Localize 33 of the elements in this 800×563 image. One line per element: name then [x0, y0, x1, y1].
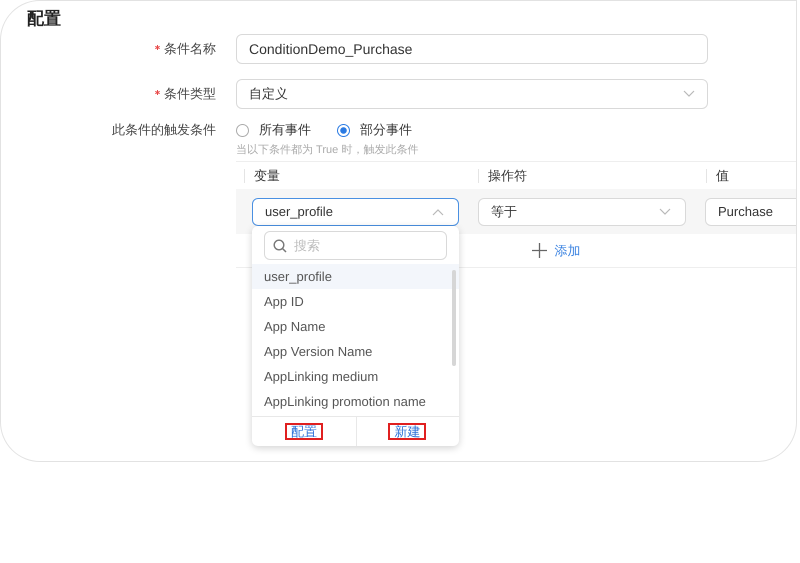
plus-icon: [532, 243, 546, 258]
field-label: 条件名称: [164, 40, 216, 58]
search-field[interactable]: 搜索: [264, 231, 447, 260]
dropdown-option[interactable]: AppLinking promotion name: [252, 389, 459, 414]
footer-button[interactable]: 新建: [388, 423, 426, 440]
add-button[interactable]: 添加: [532, 242, 580, 260]
search-icon: [273, 239, 287, 253]
chevron-down-icon: [659, 208, 671, 216]
variable-select[interactable]: user_profile: [252, 198, 459, 226]
select-field[interactable]: 自定义: [236, 79, 708, 109]
scrollbar[interactable]: [452, 270, 456, 366]
section-title: 配置: [27, 8, 62, 29]
radio-button[interactable]: [236, 124, 249, 136]
value-field[interactable]: Purchase: [705, 198, 796, 226]
text-field[interactable]: ConditionDemo_Purchase: [236, 34, 708, 64]
field-label: 此条件的触发条件: [112, 121, 216, 139]
dropdown-option[interactable]: App Version Name: [252, 339, 459, 364]
radio-button[interactable]: [337, 124, 350, 136]
chevron-up-icon: [432, 208, 444, 216]
hint-text: 当以下条件都为 True 时，触发此条件: [236, 143, 420, 157]
dropdown-option[interactable]: App Name: [252, 314, 459, 339]
column-header: 值: [706, 168, 729, 182]
column-header: 变量: [244, 168, 280, 182]
dropdown-option[interactable]: App ID: [252, 289, 459, 314]
field-label: 条件类型: [164, 85, 216, 103]
radio-option[interactable]: 部分事件: [337, 121, 412, 139]
column-header: 操作符: [478, 168, 527, 182]
chevron-down-icon: [683, 90, 695, 98]
dropdown-option[interactable]: AppLinking medium: [252, 364, 459, 389]
operator-select[interactable]: 等于: [478, 198, 686, 226]
dropdown-option[interactable]: user_profile: [252, 264, 459, 289]
radio-option[interactable]: 所有事件: [236, 121, 311, 139]
footer-button[interactable]: 配置: [284, 423, 323, 440]
